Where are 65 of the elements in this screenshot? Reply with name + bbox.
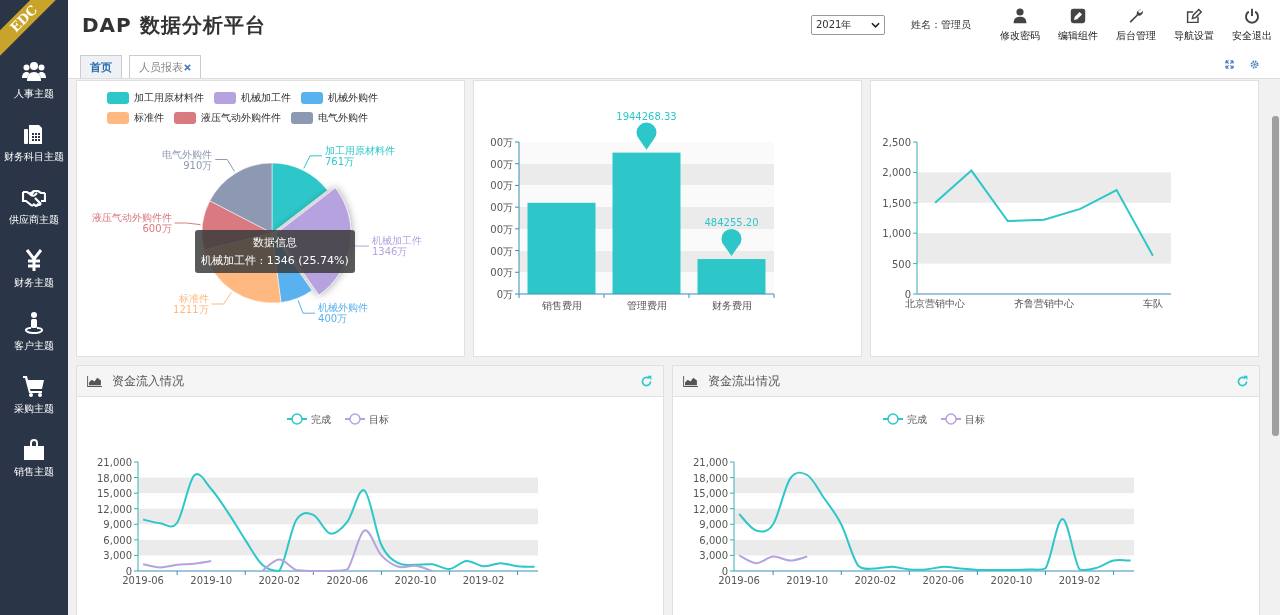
axis-label: 2019-06 (718, 575, 760, 586)
axis-label: 销售费用 (541, 300, 582, 311)
pin-label: 484255.20 (704, 217, 759, 229)
axis-label: 2,500 (882, 137, 911, 148)
axis-label: 北京营销中心 (905, 298, 966, 309)
axis-label: 00万 (490, 223, 513, 235)
axis-label: 2020-02 (258, 575, 301, 586)
axis-label: 0 (721, 566, 728, 577)
legend-label: 完成 (311, 414, 331, 425)
axis-label: 00万 (490, 180, 513, 192)
axis-label: 2019-06 (122, 575, 164, 586)
axis-label: 9,000 (103, 519, 132, 531)
axis-label: 2019-02 (462, 575, 505, 586)
axis-label: 21,000 (693, 457, 728, 468)
tooltip-text: 机械加工件 : 1346 (25.74%) (201, 253, 349, 268)
axis-label: 6,000 (103, 534, 132, 546)
axis-label: 3,000 (699, 550, 728, 562)
slice-label: 机械加工件 1346万 (372, 235, 422, 258)
axis-label: 3,000 (103, 550, 132, 562)
axis-label: 15,000 (693, 488, 728, 500)
axis-label: 12,000 (693, 503, 728, 515)
axis-label: 00万 (490, 267, 513, 279)
axis-label: 2019-02 (1058, 575, 1101, 586)
tooltip-title: 数据信息 (252, 235, 297, 250)
legend-label: 目标 (965, 414, 985, 425)
axis-label: 齐鲁营销中心 (1014, 298, 1074, 309)
panel-title: 资金流出情况 (708, 372, 780, 390)
axis-label: 00万 (490, 202, 513, 214)
axis-label: 2020-06 (922, 575, 965, 586)
axis-label: 12,000 (97, 503, 132, 515)
axis-label: 2,000 (882, 167, 911, 179)
axis-label: 00万 (490, 245, 513, 257)
axis-label: 00万 (490, 158, 513, 170)
axis-label: 21,000 (97, 457, 132, 468)
axis-label: 1,500 (882, 197, 911, 209)
pin-label: 1944268.33 (616, 110, 677, 122)
slice-label: 液压气动外购件件 600万 (91, 212, 172, 235)
slice-label: 机械外购件 400万 (318, 302, 369, 325)
axis-label: 2020-10 (394, 575, 437, 586)
panel-title: 资金流入情况 (112, 372, 184, 390)
axis-label: 2020-06 (326, 575, 369, 586)
axis-label: 0万 (496, 289, 513, 300)
user-name: 姓名：管理员 (911, 18, 971, 32)
legend-label: 目标 (369, 414, 389, 425)
slice-label: 标准件 1211万 (173, 293, 209, 316)
axis-label: 1,000 (882, 228, 911, 240)
axis-label: 财务费用 (711, 300, 752, 311)
axis-label: 500 (891, 258, 911, 270)
axis-label: 0 (125, 566, 132, 577)
axis-label: 9,000 (699, 519, 728, 531)
axis-label: 管理费用 (626, 300, 667, 311)
axis-label: 6,000 (699, 534, 728, 546)
axis-label: 2019-10 (786, 575, 829, 586)
axis-label: 00万 (490, 137, 513, 148)
axis-label: 2020-02 (854, 575, 897, 586)
axis-label: 18,000 (693, 472, 728, 484)
axis-label: 15,000 (97, 488, 132, 500)
legend-label: 完成 (907, 414, 927, 425)
axis-label: 2020-10 (990, 575, 1033, 586)
axis-label: 2019-10 (190, 575, 233, 586)
slice-label: 加工用原材料件 761万 (325, 144, 395, 167)
axis-label: 车队 (1142, 298, 1163, 309)
app-title: DAP 数据分析平台 (82, 11, 266, 39)
axis-label: 18,000 (97, 472, 132, 484)
slice-label: 电气外购件 910万 (162, 148, 213, 171)
